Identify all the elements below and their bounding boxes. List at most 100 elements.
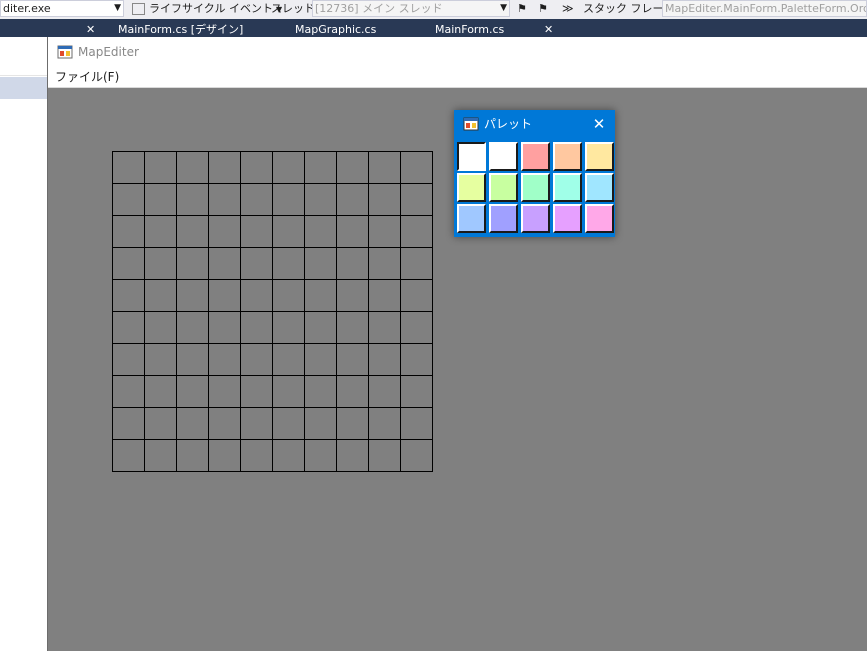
- map-cell[interactable]: [369, 152, 401, 184]
- map-cell[interactable]: [177, 440, 209, 472]
- map-cell[interactable]: [305, 152, 337, 184]
- flag-thread-icon[interactable]: ⚑: [517, 0, 527, 18]
- map-cell[interactable]: [113, 248, 145, 280]
- map-cell[interactable]: [145, 216, 177, 248]
- map-cell[interactable]: [273, 184, 305, 216]
- map-cell[interactable]: [145, 344, 177, 376]
- stackframe-combo[interactable]: MapEditer.MainForm.PaletteForm.Ord: [662, 0, 867, 17]
- map-cell[interactable]: [305, 280, 337, 312]
- palette-swatch[interactable]: [585, 173, 614, 202]
- map-cell[interactable]: [113, 216, 145, 248]
- map-cell[interactable]: [401, 408, 433, 440]
- menu-file[interactable]: ファイル(F): [52, 67, 122, 87]
- map-cell[interactable]: [209, 440, 241, 472]
- map-cell[interactable]: [209, 248, 241, 280]
- map-cell[interactable]: [145, 312, 177, 344]
- tab-mainform-designer[interactable]: MainForm.cs [デザイン]: [118, 22, 243, 37]
- map-cell[interactable]: [369, 344, 401, 376]
- map-cell[interactable]: [209, 152, 241, 184]
- map-cell[interactable]: [241, 152, 273, 184]
- map-cell[interactable]: [241, 408, 273, 440]
- map-cell[interactable]: [305, 312, 337, 344]
- map-cell[interactable]: [273, 440, 305, 472]
- tab-mainform-code[interactable]: MainForm.cs: [435, 22, 504, 37]
- map-cell[interactable]: [113, 184, 145, 216]
- map-cell[interactable]: [337, 440, 369, 472]
- map-cell[interactable]: [369, 280, 401, 312]
- map-cell[interactable]: [401, 248, 433, 280]
- map-cell[interactable]: [209, 312, 241, 344]
- map-cell[interactable]: [177, 376, 209, 408]
- tab-mapgraphic[interactable]: MapGraphic.cs: [295, 22, 376, 37]
- map-cell[interactable]: [273, 376, 305, 408]
- map-cell[interactable]: [369, 184, 401, 216]
- map-cell[interactable]: [177, 312, 209, 344]
- app-titlebar[interactable]: MapEditer: [48, 37, 867, 67]
- map-cell[interactable]: [145, 376, 177, 408]
- map-cell[interactable]: [337, 376, 369, 408]
- map-cell[interactable]: [241, 440, 273, 472]
- map-cell[interactable]: [209, 184, 241, 216]
- close-icon[interactable]: ✕: [587, 112, 611, 136]
- map-cell[interactable]: [113, 376, 145, 408]
- thread-combo[interactable]: [12736] メイン スレッド ▼: [312, 0, 510, 17]
- map-cell[interactable]: [177, 184, 209, 216]
- palette-swatch[interactable]: [457, 173, 486, 202]
- map-cell[interactable]: [209, 408, 241, 440]
- palette-swatch[interactable]: [585, 142, 614, 171]
- map-cell[interactable]: [337, 152, 369, 184]
- flag-filter-icon[interactable]: ⚑: [538, 0, 548, 18]
- map-cell[interactable]: [337, 408, 369, 440]
- map-cell[interactable]: [369, 312, 401, 344]
- map-cell[interactable]: [241, 280, 273, 312]
- map-cell[interactable]: [273, 344, 305, 376]
- map-cell[interactable]: [401, 344, 433, 376]
- map-cell[interactable]: [305, 344, 337, 376]
- map-cell[interactable]: [401, 440, 433, 472]
- map-cell[interactable]: [145, 152, 177, 184]
- map-cell[interactable]: [273, 280, 305, 312]
- map-cell[interactable]: [177, 152, 209, 184]
- map-cell[interactable]: [401, 280, 433, 312]
- lifecycle-events-button[interactable]: ライフサイクル イベント ▼: [132, 0, 282, 18]
- map-cell[interactable]: [113, 440, 145, 472]
- map-cell[interactable]: [337, 280, 369, 312]
- palette-swatch[interactable]: [521, 142, 550, 171]
- map-cell[interactable]: [113, 344, 145, 376]
- tab-close-icon[interactable]: ✕: [544, 22, 553, 37]
- map-cell[interactable]: [369, 216, 401, 248]
- map-cell[interactable]: [113, 152, 145, 184]
- map-cell[interactable]: [241, 184, 273, 216]
- palette-swatch[interactable]: [553, 173, 582, 202]
- palette-swatch[interactable]: [585, 204, 614, 233]
- map-cell[interactable]: [145, 280, 177, 312]
- palette-swatch[interactable]: [521, 173, 550, 202]
- map-cell[interactable]: [401, 376, 433, 408]
- map-cell[interactable]: [305, 440, 337, 472]
- map-cell[interactable]: [337, 248, 369, 280]
- palette-swatch[interactable]: [553, 204, 582, 233]
- map-cell[interactable]: [273, 248, 305, 280]
- map-cell[interactable]: [241, 216, 273, 248]
- map-cell[interactable]: [273, 152, 305, 184]
- panel-selected-row[interactable]: [0, 77, 48, 99]
- map-cell[interactable]: [145, 184, 177, 216]
- map-cell[interactable]: [177, 344, 209, 376]
- map-cell[interactable]: [337, 344, 369, 376]
- map-cell[interactable]: [337, 312, 369, 344]
- map-cell[interactable]: [177, 280, 209, 312]
- map-cell[interactable]: [401, 216, 433, 248]
- map-cell[interactable]: [273, 312, 305, 344]
- palette-swatch[interactable]: [489, 173, 518, 202]
- map-cell[interactable]: [241, 376, 273, 408]
- palette-swatch[interactable]: [457, 142, 486, 171]
- tab-close-icon[interactable]: ✕: [86, 22, 95, 37]
- map-cell[interactable]: [337, 184, 369, 216]
- map-cell[interactable]: [177, 248, 209, 280]
- map-cell[interactable]: [145, 440, 177, 472]
- palette-swatch[interactable]: [553, 142, 582, 171]
- map-cell[interactable]: [241, 344, 273, 376]
- map-cell[interactable]: [369, 440, 401, 472]
- map-cell[interactable]: [241, 248, 273, 280]
- map-cell[interactable]: [369, 248, 401, 280]
